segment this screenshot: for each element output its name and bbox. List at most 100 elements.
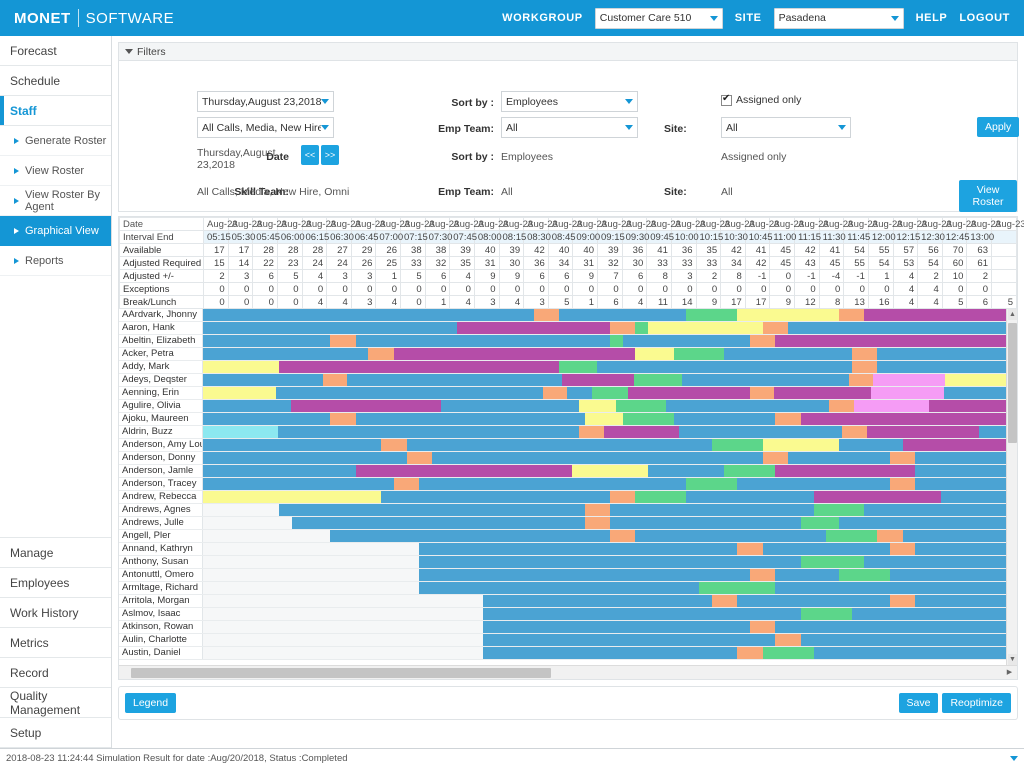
gantt-segment-meeting[interactable]: [867, 426, 980, 438]
gantt-segment-meeting[interactable]: [929, 400, 1017, 412]
gantt-bar-track[interactable]: [203, 621, 1017, 633]
gantt-segment-break[interactable]: [610, 491, 635, 503]
gantt-segment-project[interactable]: [814, 504, 865, 516]
sidebar-item-graphical-view[interactable]: Graphical View: [0, 216, 111, 246]
gantt-segment-work[interactable]: [763, 543, 890, 555]
gantt-chart[interactable]: AArdvark, JhonnyAaron, HankAbeltin, Eliz…: [119, 309, 1017, 665]
sidebar-item-employees[interactable]: Employees: [0, 568, 111, 598]
gantt-row[interactable]: Aenning, Erin: [119, 387, 1017, 400]
gantt-segment-empty[interactable]: [203, 530, 330, 542]
gantt-segment-project[interactable]: [839, 569, 890, 581]
scroll-down-icon[interactable]: ▼: [1008, 654, 1017, 665]
gantt-segment-break[interactable]: [323, 374, 347, 386]
gantt-segment-break[interactable]: [763, 322, 788, 334]
gantt-segment-work[interactable]: [610, 517, 801, 529]
gantt-segment-work[interactable]: [203, 478, 394, 490]
gantt-segment-break[interactable]: [368, 348, 393, 360]
gantt-segment-empty[interactable]: [203, 608, 483, 620]
gantt-segment-work[interactable]: [890, 569, 1017, 581]
gantt-segment-empty[interactable]: [203, 647, 483, 659]
gantt-segment-break[interactable]: [852, 361, 877, 373]
gantt-segment-empty[interactable]: [203, 556, 419, 568]
gantt-segment-project[interactable]: [635, 322, 648, 334]
gantt-segment-work[interactable]: [839, 439, 903, 451]
gantt-row[interactable]: Adeys, Deqster: [119, 374, 1017, 387]
gantt-segment-work[interactable]: [203, 348, 368, 360]
gantt-segment-meeting[interactable]: [604, 426, 679, 438]
gantt-segment-work[interactable]: [915, 452, 1017, 464]
gantt-segment-work[interactable]: [203, 322, 457, 334]
gantt-segment-meeting[interactable]: [279, 361, 559, 373]
gantt-row[interactable]: Austin, Daniel: [119, 647, 1017, 660]
gantt-segment-break[interactable]: [750, 621, 775, 633]
gantt-bar-track[interactable]: [203, 361, 1017, 373]
gantt-segment-meeting[interactable]: [775, 335, 1017, 347]
gantt-segment-training[interactable]: [203, 361, 279, 373]
view-roster-button[interactable]: View Roster: [959, 180, 1017, 212]
gantt-segment-work[interactable]: [419, 543, 737, 555]
gantt-segment-meeting[interactable]: [291, 400, 441, 412]
sidebar-item-view-roster-by-agent[interactable]: View Roster By Agent: [0, 186, 111, 216]
gantt-bar-track[interactable]: [203, 595, 1017, 607]
gantt-segment-work[interactable]: [814, 647, 1018, 659]
sidebar-item-quality-management[interactable]: Quality Management: [0, 688, 111, 718]
sidebar-item-setup[interactable]: Setup: [0, 718, 111, 748]
gantt-row[interactable]: Aaron, Hank: [119, 322, 1017, 335]
gantt-segment-work[interactable]: [292, 517, 585, 529]
gantt-segment-work[interactable]: [419, 556, 801, 568]
gantt-segment-work[interactable]: [686, 491, 813, 503]
gantt-segment-break[interactable]: [534, 309, 559, 321]
gantt-segment-break[interactable]: [394, 478, 419, 490]
gantt-segment-work[interactable]: [666, 400, 829, 412]
gantt-segment-training[interactable]: [579, 400, 617, 412]
gantt-row[interactable]: Andrew, Rebecca: [119, 491, 1017, 504]
sidebar-item-work-history[interactable]: Work History: [0, 598, 111, 628]
gantt-segment-project[interactable]: [610, 335, 623, 347]
gantt-segment-break[interactable]: [842, 426, 867, 438]
gantt-segment-work[interactable]: [915, 595, 1017, 607]
gantt-segment-work[interactable]: [419, 582, 699, 594]
gantt-segment-work[interactable]: [682, 374, 850, 386]
gantt-bar-track[interactable]: [203, 582, 1017, 594]
previous-day-button[interactable]: <<: [301, 145, 319, 165]
gantt-bar-track[interactable]: [203, 608, 1017, 620]
emp-team-select[interactable]: All: [501, 117, 638, 138]
gantt-segment-work[interactable]: [903, 530, 1017, 542]
gantt-segment-work[interactable]: [419, 478, 686, 490]
gantt-bar-track[interactable]: [203, 569, 1017, 581]
gantt-segment-work[interactable]: [775, 569, 839, 581]
gantt-segment-break[interactable]: [737, 647, 762, 659]
gantt-bar-track[interactable]: [203, 530, 1017, 542]
gantt-row[interactable]: Acker, Petra: [119, 348, 1017, 361]
gantt-segment-training[interactable]: [635, 348, 673, 360]
gantt-segment-work[interactable]: [915, 543, 1017, 555]
skill-team-select[interactable]: All Calls, Media, New Hire, Omni: [197, 117, 334, 138]
gantt-bar-track[interactable]: [203, 452, 1017, 464]
scroll-up-icon[interactable]: ▲: [1008, 309, 1017, 320]
gantt-row[interactable]: Aslmov, Isaac: [119, 608, 1017, 621]
vertical-scroll-thumb[interactable]: [1008, 323, 1017, 443]
gantt-segment-break[interactable]: [763, 452, 788, 464]
gantt-segment-break[interactable]: [829, 400, 854, 412]
gantt-segment-meeting[interactable]: [801, 413, 1017, 425]
gantt-segment-work[interactable]: [674, 413, 776, 425]
gantt-segment-meeting[interactable]: [774, 387, 871, 399]
gantt-segment-meeting[interactable]: [775, 465, 915, 477]
gantt-segment-work[interactable]: [356, 413, 585, 425]
gantt-segment-work[interactable]: [203, 465, 356, 477]
save-button[interactable]: Save: [899, 693, 939, 713]
assigned-only-checkbox[interactable]: [721, 95, 732, 106]
assigned-only-row[interactable]: Assigned only: [721, 94, 801, 106]
gantt-segment-work[interactable]: [203, 413, 330, 425]
gantt-segment-work[interactable]: [648, 465, 724, 477]
filters-panel-header[interactable]: Filters: [119, 43, 1017, 61]
gantt-row[interactable]: Atkinson, Rowan: [119, 621, 1017, 634]
gantt-segment-empty[interactable]: [203, 595, 483, 607]
gantt-row[interactable]: Armltage, Richard: [119, 582, 1017, 595]
gantt-segment-work[interactable]: [483, 634, 776, 646]
gantt-segment-project[interactable]: [801, 608, 852, 620]
apply-button[interactable]: Apply: [977, 117, 1019, 137]
gantt-segment-work[interactable]: [278, 426, 579, 438]
sidebar-item-metrics[interactable]: Metrics: [0, 628, 111, 658]
gantt-segment-break[interactable]: [750, 569, 775, 581]
